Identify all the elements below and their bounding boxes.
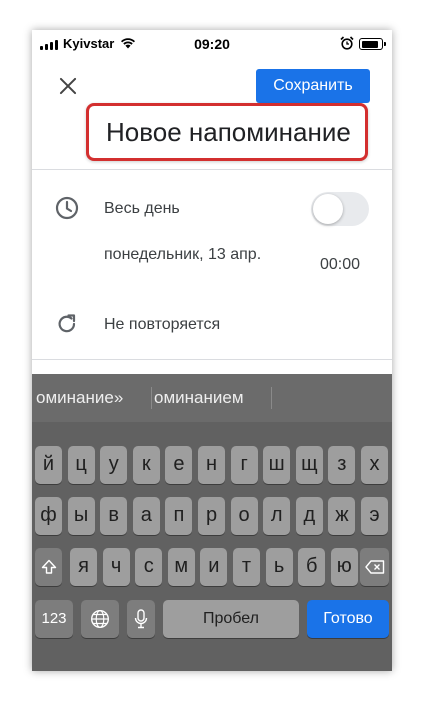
key-letter[interactable]: г [230,446,258,484]
title-input[interactable]: Новое напоминание [86,103,368,161]
divider [32,359,392,360]
globe-key[interactable] [81,600,119,638]
key-letter[interactable]: у [100,446,128,484]
backspace-icon [364,560,384,574]
key-letter[interactable]: ж [328,497,356,535]
done-key[interactable]: Готово [307,600,389,638]
battery-icon [359,38,386,50]
alarm-icon [340,36,354,50]
divider [32,169,392,170]
key-letter[interactable]: в [100,497,128,535]
key-letter[interactable]: а [132,497,160,535]
key-letter[interactable]: я [70,548,97,586]
status-bar: Kyivstar 09:20 [32,30,392,58]
close-icon[interactable] [56,74,80,98]
key-letter[interactable]: ф [35,497,62,535]
key-letter[interactable]: ы [67,497,95,535]
phone-screen: Kyivstar 09:20 Сохранить Новое напоминан… [32,30,392,671]
key-letter[interactable]: т [233,548,260,586]
key-letter[interactable]: л [263,497,291,535]
date-field[interactable]: понедельник, 13 апр. [104,241,274,268]
all-day-toggle[interactable] [311,192,369,226]
title-text: Новое напоминание [106,117,351,147]
key-letter[interactable]: м [167,548,195,586]
repeat-icon [58,314,76,333]
key-letter[interactable]: ю [330,548,358,586]
key-letter[interactable]: и [200,548,228,586]
all-day-label: Весь день [104,200,180,217]
key-letter[interactable]: ь [265,548,293,586]
key-letter[interactable]: к [132,446,160,484]
key-letter[interactable]: о [230,497,258,535]
key-letter[interactable]: з [328,446,356,484]
repeat-option[interactable]: Не повторяется [104,316,220,334]
status-time: 09:20 [194,36,230,52]
key-letter[interactable]: ц [67,446,95,484]
shift-icon [41,559,56,574]
key-letter[interactable]: п [165,497,193,535]
microphone-key[interactable] [127,600,155,638]
key-letter[interactable]: х [361,446,388,484]
key-letter[interactable]: щ [295,446,323,484]
key-letter[interactable]: д [295,497,323,535]
suggestion-divider [271,387,272,409]
microphone-icon [134,609,148,629]
shift-key[interactable] [35,548,62,586]
suggestion-1[interactable]: оминание» [36,388,123,408]
key-letter[interactable]: й [35,446,62,484]
globe-icon [90,609,110,629]
time-field[interactable]: 00:00 [320,256,360,274]
suggestion-2[interactable]: оминанием [154,388,244,408]
numbers-key[interactable]: 123 [35,600,73,638]
suggestion-divider [151,387,152,409]
key-letter[interactable]: ш [263,446,291,484]
key-letter[interactable]: ч [102,548,130,586]
keyboard: оминание» оминанием 123 Пробел Готово й … [32,374,392,671]
key-letter[interactable]: э [361,497,388,535]
toggle-knob [313,194,343,224]
key-letter[interactable]: б [298,548,326,586]
key-letter[interactable]: н [198,446,225,484]
backspace-key[interactable] [360,548,389,586]
key-letter[interactable]: е [165,446,193,484]
key-letter[interactable]: с [135,548,163,586]
key-letter[interactable]: р [198,497,225,535]
save-button[interactable]: Сохранить [256,69,370,103]
battery-level [361,40,378,48]
clock-icon [55,196,79,220]
space-key[interactable]: Пробел [163,600,299,638]
